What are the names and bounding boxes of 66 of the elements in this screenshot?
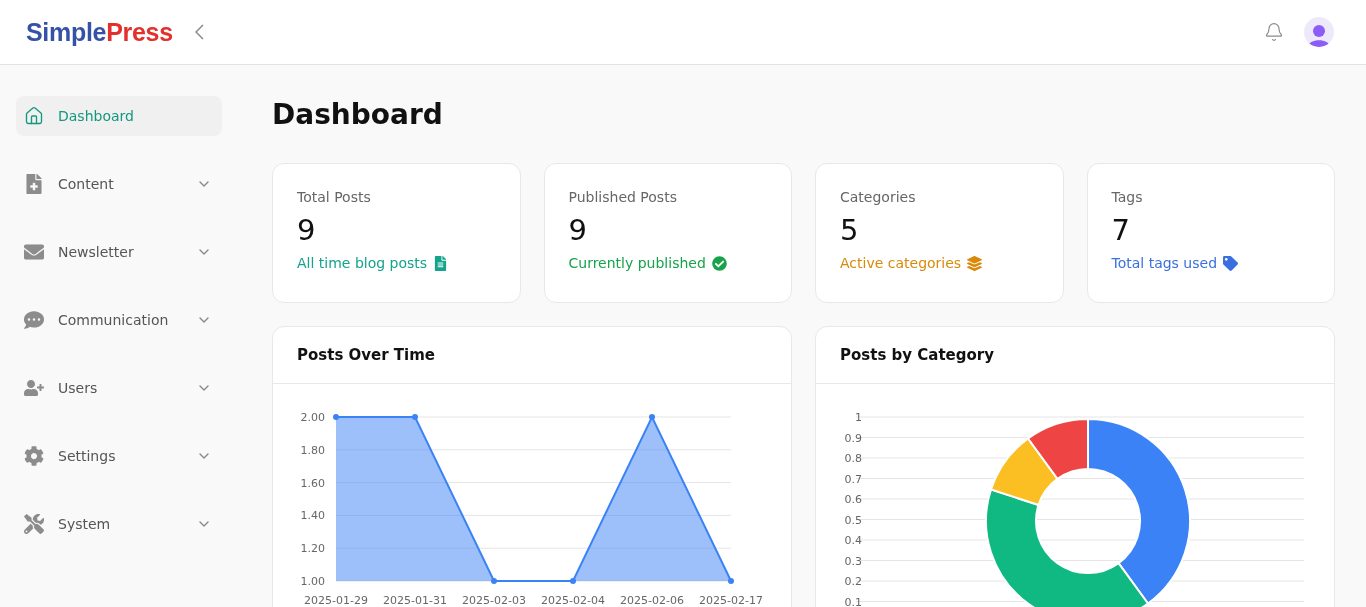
stat-value: 9 xyxy=(297,213,317,247)
axis-label: 0.3 xyxy=(844,554,862,568)
stat-label: Total Posts xyxy=(297,189,372,205)
collapse-button[interactable] xyxy=(194,24,204,40)
nav-item[interactable]: Users xyxy=(16,368,222,408)
axis-label: 2025-02-06 xyxy=(620,594,684,607)
data-point xyxy=(649,414,655,420)
envelope-icon xyxy=(24,242,44,262)
bell-icon xyxy=(1264,22,1284,42)
data-point xyxy=(728,578,734,584)
logo[interactable]: SimplePress xyxy=(26,17,173,47)
axis-label: 0.5 xyxy=(844,513,862,527)
data-point xyxy=(412,414,418,420)
stat-note: Currently published xyxy=(568,255,706,271)
axis-label: 2025-02-04 xyxy=(541,594,605,607)
data-point xyxy=(491,578,497,584)
page-title: Dashboard xyxy=(272,97,444,133)
nav-item[interactable]: Communication xyxy=(16,300,222,340)
chevron-left-icon xyxy=(194,24,204,40)
user-plus-icon xyxy=(24,378,44,398)
tag-icon xyxy=(1223,255,1238,271)
axis-label: 0.6 xyxy=(844,493,862,506)
data-point xyxy=(570,578,576,584)
chart-title: Posts Over Time xyxy=(273,327,791,384)
tools-icon xyxy=(24,514,44,534)
axis-label: 2025-01-31 xyxy=(383,594,447,607)
axis-label: 0.9 xyxy=(844,431,862,445)
document-icon xyxy=(433,255,449,271)
axis-label: 0.4 xyxy=(844,534,862,547)
axis-label: 1.20 xyxy=(300,542,325,556)
axis-label: 0.8 xyxy=(844,452,862,465)
stat-value: 7 xyxy=(1111,213,1131,247)
nav-item[interactable]: Settings xyxy=(16,436,222,476)
chat-bubble-icon xyxy=(24,310,44,330)
nav-item[interactable]: System xyxy=(16,504,222,544)
stat-label: Published Posts xyxy=(568,189,678,205)
chart-title: Posts by Category xyxy=(816,327,1334,384)
stat-label: Categories xyxy=(840,189,917,205)
stat-value: 5 xyxy=(840,213,860,247)
axis-label: 0.2 xyxy=(844,575,862,588)
stat-label: Tags xyxy=(1111,189,1144,205)
person-silhouette-icon xyxy=(1308,23,1330,47)
axis-label: 1.40 xyxy=(300,509,325,523)
axis-label: 1.80 xyxy=(300,443,325,457)
document-plus-icon xyxy=(24,174,44,194)
axis-label: 1 xyxy=(855,411,862,424)
stat-note: Active categories xyxy=(840,255,962,271)
axis-label: 2025-01-29 xyxy=(304,594,368,607)
axis-label: 2025-02-03 xyxy=(462,594,526,607)
nav-item[interactable]: Content xyxy=(16,164,222,204)
stack-icon xyxy=(967,255,983,271)
settings-icon xyxy=(24,446,44,466)
stat-note: All time blog posts xyxy=(297,255,428,271)
home-icon xyxy=(24,106,44,126)
axis-label: 0.7 xyxy=(844,472,862,486)
notifications-button[interactable] xyxy=(1264,22,1284,42)
stat-value: 9 xyxy=(568,213,588,247)
nav-item[interactable]: Newsletter xyxy=(16,232,222,272)
user-avatar[interactable] xyxy=(1304,17,1334,47)
axis-label: 2025-02-17 xyxy=(699,594,763,607)
axis-label: 1.00 xyxy=(300,575,325,588)
stat-note: Total tags used xyxy=(1111,255,1217,271)
data-point xyxy=(333,414,339,420)
axis-label: 2.00 xyxy=(300,411,325,424)
axis-label: 1.60 xyxy=(300,476,325,490)
axis-label: 0.1 xyxy=(844,595,862,607)
